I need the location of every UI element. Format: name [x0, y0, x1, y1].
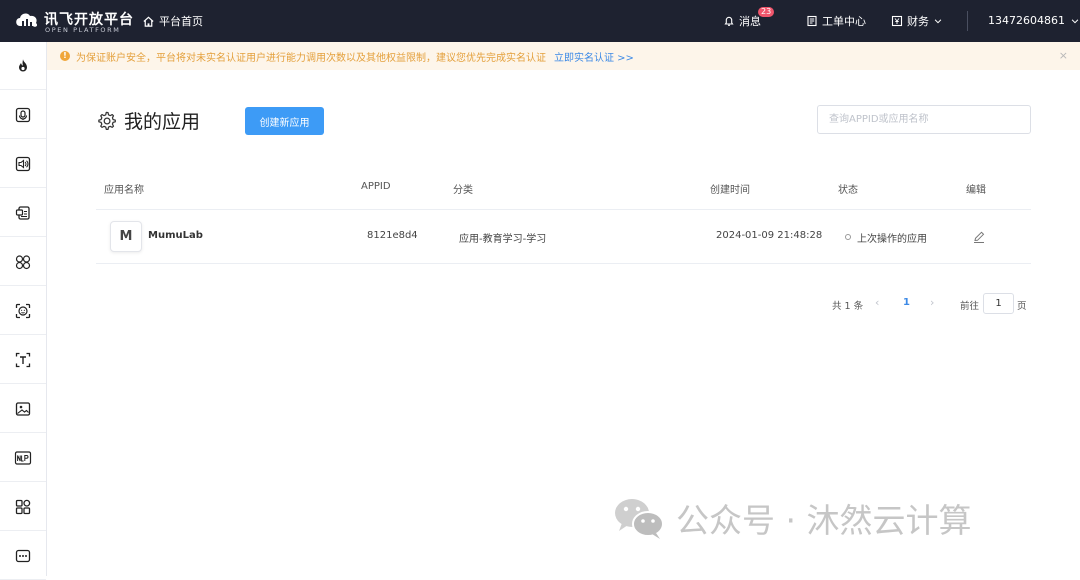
sidebar-item-nlp[interactable]: [0, 434, 46, 482]
warning-icon: !: [60, 51, 70, 61]
finance-label: 财务: [907, 15, 929, 28]
header-divider: [967, 11, 968, 31]
chevron-down-icon: [934, 19, 942, 24]
sidebar-item-image[interactable]: [0, 385, 46, 433]
status-dot-icon: [845, 234, 851, 240]
messages-label: 消息: [739, 15, 761, 28]
speech-synthesis-icon: [15, 156, 31, 171]
username: 13472604861: [988, 14, 1065, 27]
pagination-goto-label: 前往: [960, 301, 980, 312]
sidebar-item-speech-synthesis[interactable]: [0, 140, 46, 188]
watermark: 公众号 · 沐然云计算: [612, 494, 971, 542]
sidebar-item-text-recognition[interactable]: [0, 336, 46, 384]
sidebar-item-face-scan[interactable]: [0, 287, 46, 335]
pagination-total: 共 1 条: [832, 301, 864, 312]
sidebar-item-apps[interactable]: [0, 483, 46, 531]
prev-page-icon[interactable]: ‹: [875, 296, 879, 309]
brand-subtitle: OPEN PLATFORM: [45, 26, 121, 34]
next-page-icon[interactable]: ›: [930, 296, 934, 309]
sidebar-item-more[interactable]: [0, 532, 46, 580]
app-name[interactable]: MumuLab: [148, 230, 203, 241]
search-input[interactable]: [817, 105, 1031, 134]
sidebar-item-speech-recognition[interactable]: [0, 91, 46, 139]
pagination-current-page[interactable]: 1: [903, 297, 910, 308]
chevron-down-icon: [1071, 18, 1079, 23]
verification-notice: ! 为保证账户安全，平台将对未实名认证用户进行能力调用次数以及其他权益限制，建议…: [47, 42, 1080, 70]
page-title: 我的应用: [96, 107, 200, 134]
nlp-icon: [14, 450, 32, 465]
table-row-divider: [96, 263, 1031, 264]
top-navigation-bar: 讯飞开放平台 OPEN PLATFORM 平台首页 消息 23 工单中心 财务: [0, 0, 1080, 42]
messages-nav[interactable]: 消息 23: [723, 7, 775, 29]
app-status: 上次操作的应用: [857, 234, 927, 245]
platform-home-link[interactable]: 平台首页: [142, 13, 203, 29]
apps-grid-icon: [15, 499, 31, 514]
sidebar: [0, 42, 47, 580]
bell-icon: [724, 16, 734, 26]
more-icon: [15, 549, 31, 562]
sidebar-item-translation[interactable]: [0, 189, 46, 237]
pagination-goto-input[interactable]: [983, 293, 1014, 314]
tickets-label: 工单中心: [822, 15, 866, 28]
face-scan-icon: [15, 303, 31, 318]
text-recognition-icon: [15, 352, 31, 367]
iflytek-logo-icon: [16, 13, 38, 27]
column-header-created: 创建时间: [710, 185, 750, 196]
verify-now-link[interactable]: 立即实名认证 >>: [554, 49, 634, 64]
image-icon: [15, 401, 31, 416]
app-appid: 8121e8d4: [367, 230, 418, 241]
ticket-icon: [807, 15, 817, 27]
create-app-button[interactable]: 创建新应用: [245, 107, 324, 135]
finance-icon: [891, 15, 903, 27]
edit-pencil-icon[interactable]: [972, 230, 986, 244]
column-header-category: 分类: [453, 185, 473, 196]
document-translate-icon: [15, 205, 30, 220]
app-avatar: M: [110, 221, 142, 252]
notice-text: 为保证账户安全，平台将对未实名认证用户进行能力调用次数以及其他权益限制，建议您优…: [76, 52, 546, 64]
home-icon: [143, 16, 154, 27]
column-header-appid: APPID: [361, 181, 391, 192]
column-header-name: 应用名称: [104, 185, 144, 196]
column-header-edit: 编辑: [966, 185, 986, 196]
table-header-divider: [96, 209, 1031, 210]
user-menu[interactable]: 13472604861: [988, 14, 1080, 27]
app-created-time: 2024-01-09 21:48:28: [716, 230, 823, 241]
sidebar-item-face-compare[interactable]: [0, 238, 46, 286]
face-compare-icon: [15, 254, 31, 269]
tickets-nav[interactable]: 工单中心: [806, 13, 866, 29]
flame-icon: [19, 58, 27, 71]
sidebar-item-hot[interactable]: [0, 42, 46, 90]
column-header-status: 状态: [838, 185, 858, 196]
close-icon[interactable]: ×: [1059, 49, 1068, 62]
home-link-label: 平台首页: [159, 15, 203, 28]
pagination-page-suffix: 页: [1017, 301, 1027, 312]
page-title-text: 我的应用: [124, 111, 201, 133]
wechat-icon: [615, 499, 664, 539]
finance-nav[interactable]: 财务: [891, 13, 943, 29]
messages-count-badge: 23: [758, 7, 775, 17]
app-category: 应用-教育学习-学习: [459, 234, 547, 245]
brand-logo[interactable]: 讯飞开放平台 OPEN PLATFORM: [14, 8, 133, 36]
speech-recognition-icon: [15, 107, 31, 122]
gear-icon: [98, 111, 116, 130]
watermark-text: 公众号 · 沐然云计算: [676, 501, 972, 540]
